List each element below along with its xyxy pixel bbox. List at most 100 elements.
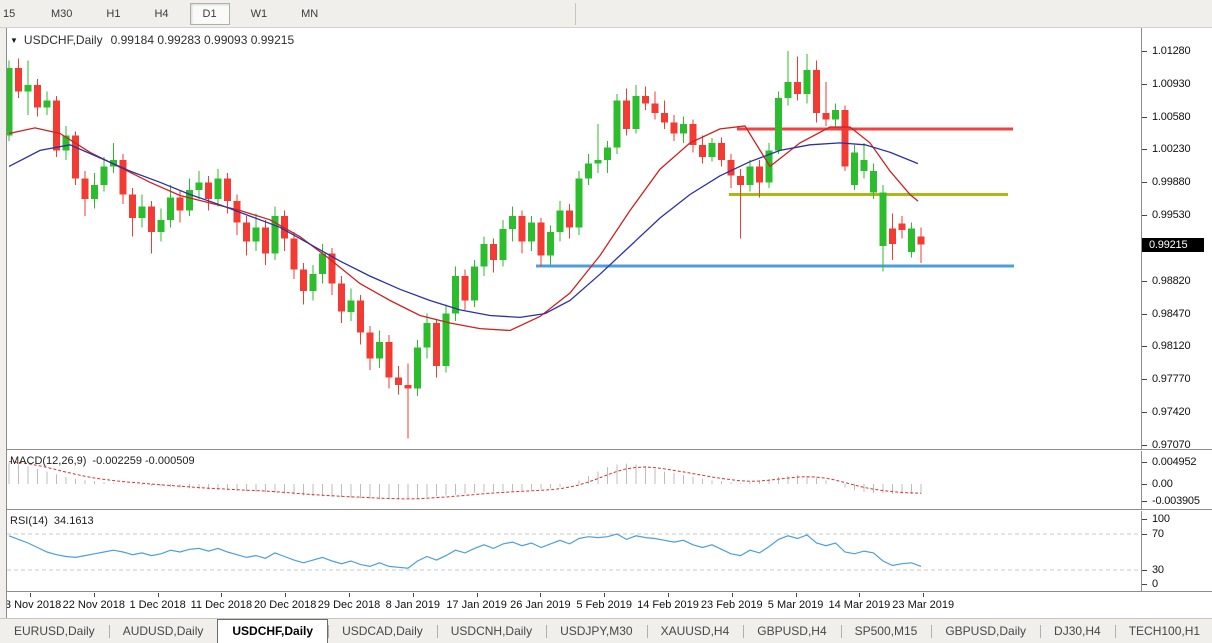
timeframe-button-h4[interactable]: H4 (141, 3, 181, 25)
axis-tick-mark (1142, 484, 1147, 485)
candle (671, 122, 678, 133)
price-axis-tick: 0.98120 (1152, 340, 1190, 352)
candle (623, 101, 630, 129)
chart-title: ▼USDCHF,Daily0.99184 0.99283 0.99093 0.9… (10, 33, 294, 47)
candle (785, 82, 792, 98)
candle (794, 82, 801, 94)
axis-tick-mark (1142, 84, 1147, 85)
price-axis-tick: 0.99530 (1152, 209, 1190, 221)
date-axis-label: 26 Jan 2019 (510, 599, 571, 611)
chart-symbol-label: USDCHF,Daily (24, 33, 103, 47)
chart-tab-xauusd-h4[interactable]: XAUUSD,H4 (647, 622, 744, 643)
axis-tick-mark (1142, 584, 1147, 585)
candle (747, 166, 754, 185)
chart-tab-gbpusd-h4[interactable]: GBPUSD,H4 (743, 622, 840, 643)
candle (490, 244, 497, 260)
chart-tab-tech100-h1[interactable]: TECH100,H1 (1115, 622, 1212, 643)
window-left-frame (0, 28, 7, 618)
price-axis-tick: 1.01280 (1152, 45, 1190, 57)
candle (386, 342, 393, 378)
timeframe-button-mn[interactable]: MN (288, 3, 331, 25)
candle (851, 152, 858, 185)
candle (661, 113, 668, 122)
rsi-axis-tick: 100 (1152, 513, 1170, 525)
date-axis-label: 14 Mar 2019 (829, 599, 891, 611)
horizontal-level-line[interactable] (729, 193, 1008, 196)
date-tick-mark (859, 593, 860, 597)
chart-tab-gbpusd-daily[interactable]: GBPUSD,Daily (931, 622, 1040, 643)
candle (338, 284, 345, 312)
chart-tab-usdchf-daily[interactable]: USDCHF,Daily (217, 619, 328, 643)
candle (262, 227, 269, 253)
candle (832, 110, 839, 119)
price-axis: 0.99215 1.012801.009301.005801.002300.99… (1141, 28, 1212, 449)
candle (158, 220, 165, 232)
candle (566, 211, 573, 228)
date-axis-label: 22 Nov 2018 (63, 599, 125, 611)
date-tick-mark (796, 593, 797, 597)
price-axis-tick: 0.99880 (1152, 176, 1190, 188)
axis-tick-mark (1142, 570, 1147, 571)
price-axis-tick: 1.00930 (1152, 78, 1190, 90)
candle (424, 323, 431, 347)
axis-tick-mark (1142, 149, 1147, 150)
candle (680, 124, 687, 133)
timeframe-button-15[interactable]: 15 (0, 3, 30, 25)
candle (129, 195, 136, 219)
candle (642, 96, 649, 104)
candle (139, 207, 146, 218)
date-axis-label: 23 Feb 2019 (701, 599, 763, 611)
chart-tab-usdcnh-daily[interactable]: USDCNH,Daily (437, 622, 546, 643)
candle (243, 223, 250, 242)
candle (585, 164, 592, 179)
chart-tab-sp500-m15[interactable]: SP500,M15 (841, 622, 932, 643)
candle (709, 143, 716, 157)
axis-tick-mark (1142, 534, 1147, 535)
candle (842, 110, 849, 166)
date-tick-mark (94, 593, 95, 597)
chevron-down-icon[interactable]: ▼ (10, 36, 18, 45)
chart-tab-usdcad-daily[interactable]: USDCAD,Daily (328, 622, 437, 643)
price-chart-pane[interactable]: ▼USDCHF,Daily0.99184 0.99283 0.99093 0.9… (0, 28, 1212, 450)
candle (519, 216, 526, 241)
rsi-pane[interactable]: RSI(14)34.1613 10070300 (0, 511, 1212, 592)
candle (91, 185, 98, 199)
timeframe-button-w1[interactable]: W1 (238, 3, 281, 25)
candle (823, 113, 830, 120)
candle (899, 224, 906, 231)
candle (300, 270, 307, 292)
date-tick-mark (540, 593, 541, 597)
candle (481, 244, 488, 267)
date-axis-label: 20 Dec 2018 (254, 599, 316, 611)
date-axis-label: 29 Dec 2018 (318, 599, 380, 611)
chart-tab-usdjpy-m30[interactable]: USDJPY,M30 (546, 622, 646, 643)
chart-tab-dj30-h4[interactable]: DJ30,H4 (1040, 622, 1115, 643)
macd-axis-tick: 0.00 (1152, 478, 1173, 490)
timeframe-button-h1[interactable]: H1 (93, 3, 133, 25)
candle (25, 85, 32, 92)
candle (148, 207, 155, 232)
date-axis-label: 23 Mar 2019 (892, 599, 954, 611)
date-axis-label: 17 Jan 2019 (446, 599, 507, 611)
candle (177, 197, 184, 210)
date-tick-mark (285, 593, 286, 597)
axis-tick-mark (1142, 412, 1147, 413)
candle (433, 323, 440, 366)
axis-tick-mark (1142, 51, 1147, 52)
candle (604, 148, 611, 160)
timeframe-button-d1[interactable]: D1 (190, 3, 230, 25)
candle (196, 182, 203, 190)
candlestick-chart[interactable] (0, 28, 1141, 450)
candle (557, 211, 564, 233)
chart-tab-eurusd-daily[interactable]: EURUSD,Daily (0, 622, 109, 643)
candle (633, 96, 640, 129)
chart-tab-audusd-daily[interactable]: AUDUSD,Daily (109, 622, 218, 643)
macd-pane[interactable]: MACD(12,26,9)-0.002259 -0.000509 0.00495… (0, 451, 1212, 510)
axis-tick-mark (1142, 501, 1147, 502)
candle (319, 254, 326, 275)
timeframe-button-m30[interactable]: M30 (38, 3, 85, 25)
axis-tick-mark (1142, 346, 1147, 347)
date-axis-label: 8 Jan 2019 (386, 599, 440, 611)
axis-tick-mark (1142, 281, 1147, 282)
candle (528, 223, 535, 242)
